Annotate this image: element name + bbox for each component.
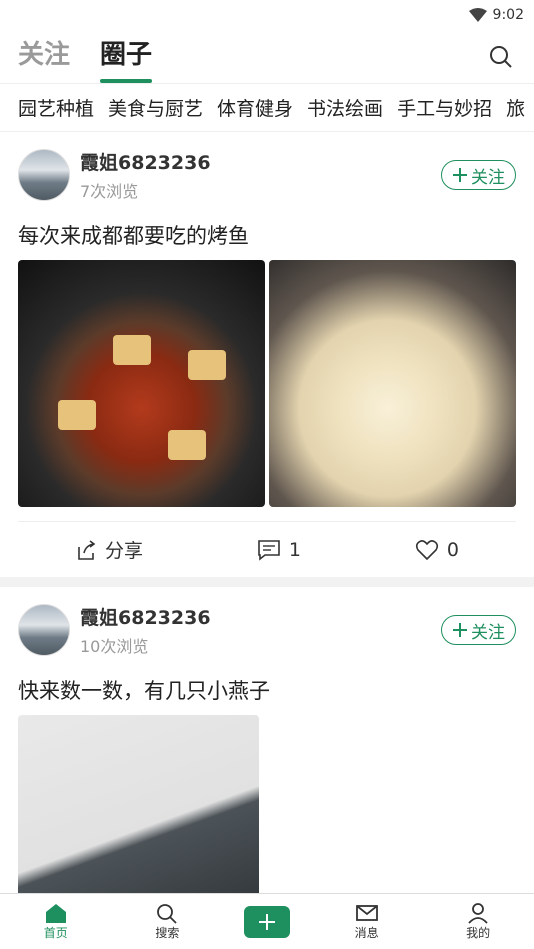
- ice-cream-image[interactable]: [269, 260, 516, 507]
- tab-circle[interactable]: 圈子: [100, 34, 153, 83]
- nav-messages[interactable]: 消息: [332, 902, 402, 941]
- tab-follow[interactable]: 关注: [18, 34, 70, 79]
- user-info: 霞姐6823236 10次浏览: [80, 603, 441, 657]
- post-card: 霞姐6823236 7次浏览 关注 每次来成都都要吃的烤鱼 分享 1 0: [0, 132, 534, 577]
- nav-search[interactable]: 搜索: [132, 902, 202, 941]
- bottom-nav: 首页 搜索 消息 我的: [0, 893, 534, 949]
- share-icon: [78, 539, 96, 560]
- like-button[interactable]: 0: [415, 539, 459, 561]
- plus-icon: [453, 623, 467, 637]
- share-button[interactable]: 分享: [75, 536, 143, 563]
- nav-home[interactable]: 首页: [21, 902, 91, 941]
- tofu-shape: [58, 400, 96, 430]
- status-bar: 9:02: [0, 0, 534, 30]
- user-icon: [468, 903, 488, 924]
- avatar[interactable]: [18, 149, 70, 201]
- view-count: 10次浏览: [80, 637, 149, 656]
- grilled-fish-image[interactable]: [18, 260, 265, 507]
- clock: 9:02: [492, 7, 524, 23]
- nav-mine[interactable]: 我的: [443, 902, 513, 941]
- nav-mine-label: 我的: [466, 926, 491, 940]
- swallow-nest-image[interactable]: [18, 715, 259, 915]
- post-images: [18, 260, 516, 507]
- post-text[interactable]: 快来数一数，有几只小燕子: [18, 675, 516, 705]
- post-divider: [0, 577, 534, 587]
- search-icon: [157, 904, 178, 924]
- tofu-shape: [113, 335, 151, 365]
- heart-icon: [415, 539, 438, 560]
- category-bar: 园艺种植 美食与厨艺 体育健身 书法绘画 手工与妙招 旅: [0, 84, 534, 132]
- category-gardening[interactable]: 园艺种植: [18, 94, 94, 121]
- category-cooking[interactable]: 美食与厨艺: [108, 94, 203, 121]
- search-icon[interactable]: [488, 44, 514, 70]
- header: 关注 圈子: [0, 30, 534, 84]
- follow-button[interactable]: 关注: [441, 160, 516, 190]
- plus-icon: [258, 913, 275, 930]
- post-text[interactable]: 每次来成都都要吃的烤鱼: [18, 220, 516, 250]
- add-post-button[interactable]: [243, 905, 290, 938]
- category-travel[interactable]: 旅: [506, 94, 525, 121]
- follow-button[interactable]: 关注: [441, 615, 516, 645]
- comment-count: 1: [288, 538, 301, 561]
- user-info: 霞姐6823236 7次浏览: [80, 148, 441, 202]
- like-count: 0: [446, 538, 459, 561]
- follow-label: 关注: [471, 167, 505, 188]
- nav-home-label: 首页: [43, 926, 68, 940]
- home-icon: [45, 904, 66, 923]
- nav-messages-label: 消息: [354, 926, 379, 940]
- nav-search-label: 搜索: [155, 926, 180, 940]
- tofu-shape: [168, 430, 206, 460]
- wifi-icon: [468, 8, 487, 22]
- tofu-shape: [188, 350, 226, 380]
- user-name[interactable]: 霞姐6823236: [80, 148, 441, 175]
- post-header: 霞姐6823236 7次浏览 关注: [18, 132, 516, 206]
- category-handicraft[interactable]: 手工与妙招: [397, 94, 492, 121]
- comment-button[interactable]: 1: [257, 539, 301, 561]
- post-card: 霞姐6823236 10次浏览 关注 快来数一数，有几只小燕子: [0, 587, 534, 915]
- share-label: 分享: [104, 540, 143, 562]
- category-calligraphy[interactable]: 书法绘画: [307, 94, 383, 121]
- mail-icon: [355, 905, 378, 921]
- plus-icon: [453, 168, 467, 182]
- follow-label: 关注: [471, 622, 505, 643]
- avatar[interactable]: [18, 604, 70, 656]
- post-header: 霞姐6823236 10次浏览 关注: [18, 587, 516, 661]
- category-fitness[interactable]: 体育健身: [217, 94, 293, 121]
- post-actions: 分享 1 0: [18, 521, 516, 577]
- comment-icon: [258, 539, 280, 561]
- user-name[interactable]: 霞姐6823236: [80, 603, 441, 630]
- view-count: 7次浏览: [80, 182, 139, 201]
